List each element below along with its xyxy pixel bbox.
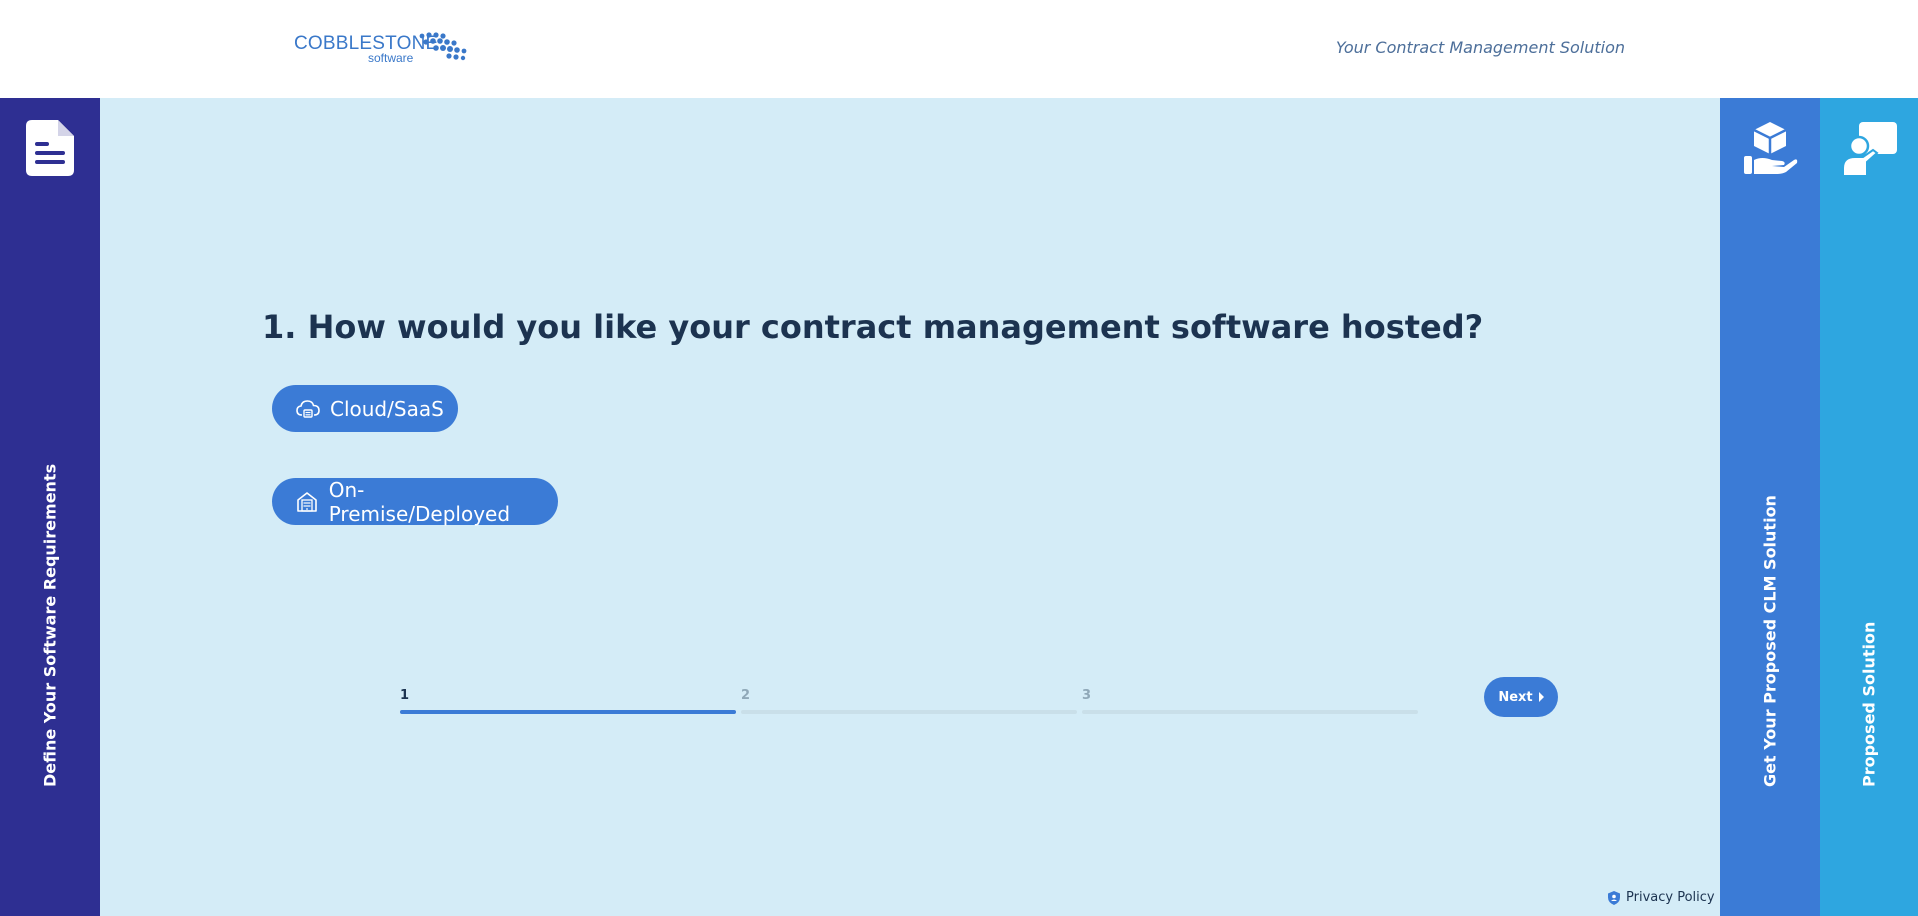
site-header: COBBLESTONE software Your Contract Manag… xyxy=(0,0,1918,98)
option-cloud-saas-button[interactable]: Cloud/SaaS xyxy=(272,385,458,432)
logo-wordmark: COBBLESTONE xyxy=(294,33,439,54)
rail-define-requirements[interactable]: Define Your Software Requirements xyxy=(0,98,100,916)
shield-icon xyxy=(1608,890,1620,905)
building-icon xyxy=(296,490,319,514)
rail-label-define: Define Your Software Requirements xyxy=(40,463,60,787)
document-icon xyxy=(26,120,74,176)
logo-subtitle: software xyxy=(368,51,414,65)
next-label: Next xyxy=(1498,689,1533,705)
progress-step-1: 1 xyxy=(400,688,740,714)
rail-label-proposed: Proposed Solution xyxy=(1859,621,1879,787)
cloud-icon xyxy=(296,397,320,421)
progress-step-3: 3 xyxy=(1082,688,1422,714)
option-on-premise-label: On-Premise/Deployed xyxy=(328,477,511,526)
cobblestone-logo[interactable]: COBBLESTONE software xyxy=(294,30,474,66)
play-arrow-icon xyxy=(1538,692,1544,702)
rail-label-get-solution: Get Your Proposed CLM Solution xyxy=(1760,495,1780,787)
next-button[interactable]: Next xyxy=(1484,677,1558,717)
presenter-icon xyxy=(1842,122,1897,176)
option-on-premise-button[interactable]: On-Premise/Deployed xyxy=(272,477,558,526)
step-number: 2 xyxy=(741,688,751,703)
progress-step-2: 2 xyxy=(741,688,1081,714)
step-number: 3 xyxy=(1082,688,1092,703)
logo-dots-icon xyxy=(419,32,467,61)
rail-proposed-solution[interactable]: Proposed Solution xyxy=(1820,98,1918,916)
step-number: 1 xyxy=(400,688,410,703)
privacy-policy-link[interactable]: Privacy Policy xyxy=(1608,890,1715,905)
hand-box-icon xyxy=(1744,122,1798,174)
rail-get-solution[interactable]: Get Your Proposed CLM Solution xyxy=(1720,98,1820,916)
step-progress-bar xyxy=(400,710,736,714)
tagline: Your Contract Management Solution xyxy=(1335,38,1625,57)
privacy-policy-label: Privacy Policy xyxy=(1626,890,1715,905)
question-heading: 1. How would you like your contract mana… xyxy=(262,308,1484,346)
option-cloud-label: Cloud/SaaS xyxy=(330,396,444,421)
step-progress-bar xyxy=(741,710,1077,714)
step-progress-bar xyxy=(1082,710,1418,714)
